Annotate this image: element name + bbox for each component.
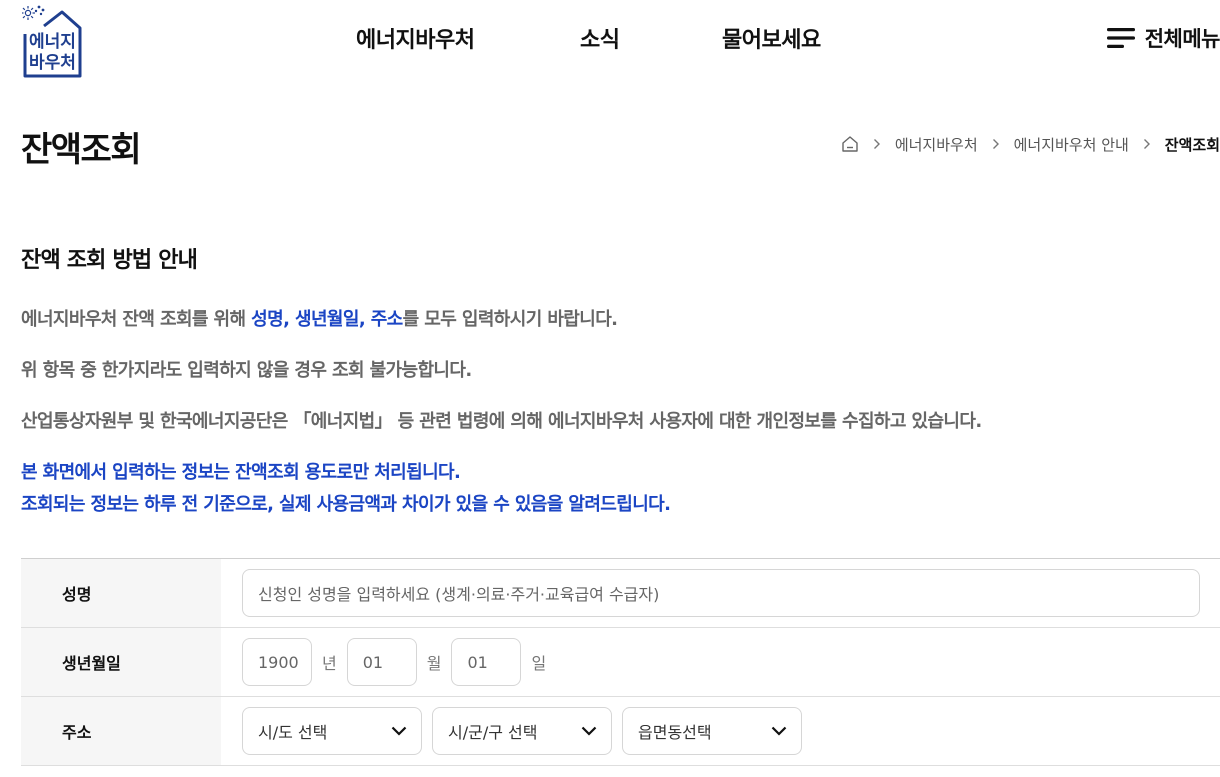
sido-select-value: 시/도 선택 bbox=[258, 723, 328, 742]
nav-item-energy-voucher[interactable]: 에너지바우처 bbox=[356, 22, 475, 54]
sun-icon bbox=[22, 6, 35, 20]
address-label: 주소 bbox=[21, 697, 221, 765]
all-menu-button[interactable]: 전체메뉴 bbox=[1106, 22, 1220, 54]
form-row-name: 성명 신청인 성명을 입력하세요 (생계·의료·주거·교육급여 수급자) bbox=[21, 559, 1220, 628]
sigungu-select-value: 시/군/구 선택 bbox=[448, 723, 538, 742]
day-unit: 일 bbox=[531, 654, 547, 673]
sido-select[interactable]: 시/도 선택 bbox=[242, 707, 422, 755]
guide-line-1: 에너지바우처 잔액 조회를 위해 성명, 생년월일, 주소를 모두 입력하시기 … bbox=[21, 305, 618, 331]
balance-inquiry-form: 성명 신청인 성명을 입력하세요 (생계·의료·주거·교육급여 수급자) 생년월… bbox=[21, 558, 1220, 766]
form-row-birth: 생년월일 1900 년 01 월 01 일 bbox=[21, 628, 1220, 697]
page-title: 잔액조회 bbox=[21, 130, 142, 170]
address-cell: 시/도 선택 시/군/구 선택 읍면동선택 bbox=[221, 697, 1220, 765]
month-unit: 월 bbox=[426, 654, 442, 673]
guide-line-2: 위 항목 중 한가지라도 입력하지 않을 경우 조회 불가능합니다. bbox=[21, 360, 472, 381]
guide-title: 잔액 조회 방법 안내 bbox=[21, 248, 198, 273]
all-menu-label: 전체메뉴 bbox=[1144, 27, 1220, 51]
birth-month-input[interactable]: 01 bbox=[346, 638, 417, 686]
eupmyeondong-select-value: 읍면동선택 bbox=[638, 723, 712, 742]
guide-line-1-pre: 에너지바우처 잔액 조회를 위해 bbox=[21, 309, 252, 330]
breadcrumb-current: 잔액조회 bbox=[1164, 135, 1220, 154]
eupmyeondong-select[interactable]: 읍면동선택 bbox=[622, 707, 802, 755]
sigungu-select[interactable]: 시/군/구 선택 bbox=[432, 707, 612, 755]
breadcrumb-item-energy-voucher[interactable]: 에너지바우처 bbox=[895, 134, 978, 155]
snowflake-icon bbox=[34, 5, 45, 16]
logo-text-line2: 바우처 bbox=[29, 53, 76, 73]
home-icon[interactable] bbox=[841, 135, 859, 153]
global-nav: 에너지바우처 소식 물어보세요 bbox=[0, 22, 1220, 54]
notice-line-1: 본 화면에서 입력하는 정보는 잔액조회 용도로만 처리됩니다. bbox=[21, 462, 461, 483]
birth-label: 생년월일 bbox=[21, 628, 221, 696]
birth-day-input[interactable]: 01 bbox=[451, 638, 522, 686]
chevron-right-icon bbox=[1143, 138, 1151, 150]
birth-cell: 1900 년 01 월 01 일 bbox=[221, 628, 1220, 696]
form-row-address: 주소 시/도 선택 시/군/구 선택 읍면동선택 bbox=[21, 697, 1220, 766]
hamburger-menu-icon bbox=[1106, 28, 1135, 48]
chevron-down-icon bbox=[391, 726, 407, 736]
breadcrumb-item-voucher-guide[interactable]: 에너지바우처 안내 bbox=[1014, 134, 1129, 155]
guide-line-1-post: 를 모두 입력하시기 바랍니다. bbox=[402, 309, 618, 330]
chevron-down-icon bbox=[771, 726, 787, 736]
year-unit: 년 bbox=[322, 654, 337, 673]
chevron-right-icon bbox=[992, 138, 1000, 150]
name-cell: 신청인 성명을 입력하세요 (생계·의료·주거·교육급여 수급자) bbox=[221, 559, 1220, 627]
site-header: 에너지 바우처 에너지바우처 소식 물어보세요 전체메뉴 bbox=[0, 0, 1220, 80]
name-input[interactable]: 신청인 성명을 입력하세요 (생계·의료·주거·교육급여 수급자) bbox=[242, 569, 1200, 617]
guide-line-1-highlight: 성명, 생년월일, 주소 bbox=[251, 309, 403, 330]
guide-line-3: 산업통상자원부 및 한국에너지공단은 「에너지법」 등 관련 법령에 의해 에너… bbox=[21, 411, 982, 432]
breadcrumb: 에너지바우처 에너지바우처 안내 잔액조회 bbox=[841, 132, 1220, 156]
birth-year-input[interactable]: 1900 bbox=[242, 638, 312, 686]
notice-line-2: 조회되는 정보는 하루 전 기준으로, 실제 사용금액과 차이가 있을 수 있음… bbox=[21, 494, 671, 515]
chevron-down-icon bbox=[581, 726, 597, 736]
name-label: 성명 bbox=[21, 559, 221, 627]
nav-item-ask[interactable]: 물어보세요 bbox=[722, 22, 821, 54]
nav-item-news[interactable]: 소식 bbox=[580, 22, 620, 54]
chevron-right-icon bbox=[873, 138, 881, 150]
